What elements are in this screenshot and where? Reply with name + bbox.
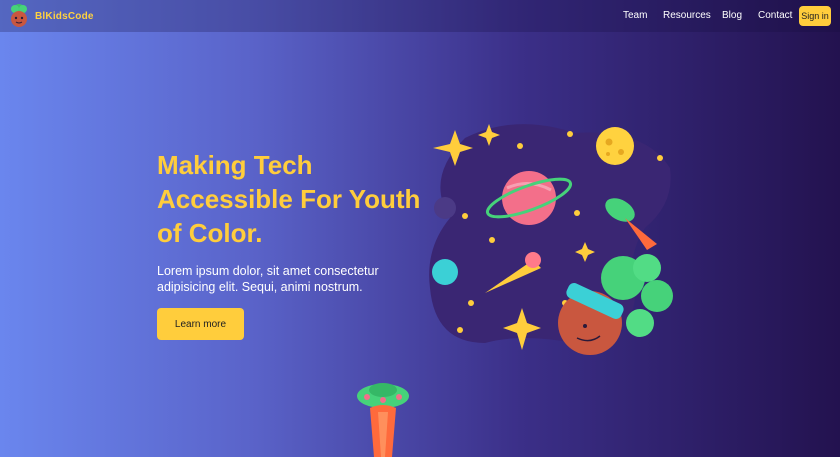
nav-link-resources[interactable]: Resources: [663, 10, 711, 21]
brand-logo[interactable]: BlKidsCode: [7, 3, 94, 29]
brand-name: BlKidsCode: [35, 10, 94, 22]
space-illustration: [429, 124, 673, 355]
hero-title: Making Tech Accessible For Youth of Colo…: [157, 150, 421, 248]
moon-icon: [596, 127, 634, 165]
sign-in-button[interactable]: Sign in: [799, 6, 831, 26]
logo-avatar-icon: [11, 4, 27, 27]
nav-link-blog[interactable]: Blog: [722, 10, 742, 21]
nav-link-contact[interactable]: Contact: [758, 10, 792, 21]
ufo-icon: [357, 383, 409, 457]
hero-subtitle: Lorem ipsum dolor, sit amet consectetur …: [157, 264, 379, 294]
nav-link-team[interactable]: Team: [623, 10, 647, 21]
top-navbar: BlKidsCode Team Resources Blog Contact S…: [0, 0, 840, 32]
learn-more-button[interactable]: Learn more: [157, 308, 244, 340]
